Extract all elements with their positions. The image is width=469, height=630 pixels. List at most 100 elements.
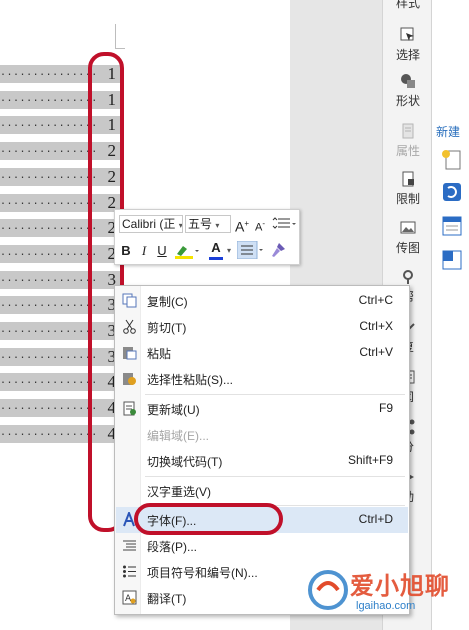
toc-leader-dots: ........................................ (0, 299, 100, 309)
menu-item-label: 剪切(T) (147, 321, 187, 335)
font-name-value: Calibri (正 (122, 217, 176, 231)
menu-item-label: 段落(P)... (147, 540, 197, 554)
chevron-down-icon[interactable]: ▾ (227, 246, 231, 255)
mini-toolbar: Calibri (正 ▾ 五号 ▾ A+ A- B I U A ▾ (114, 209, 300, 265)
toc-leader-dots: ........................................ (0, 197, 100, 207)
menu-item-toggle-field-codes[interactable]: 切换域代码(T) Shift+F9 (116, 448, 408, 474)
word-document-icon[interactable] (440, 248, 464, 272)
font-color-label: A (211, 240, 221, 255)
new-template-icon[interactable] (440, 180, 464, 204)
menu-item-paste[interactable]: 粘贴 Ctrl+V (116, 340, 408, 366)
toc-leader-dots: ........................................ (0, 94, 100, 104)
menu-separator (145, 394, 405, 395)
menu-item-label: 汉字重选(V) (147, 485, 211, 499)
menu-item-paragraph[interactable]: 段落(P)... (116, 533, 408, 559)
cut-icon (123, 319, 136, 334)
bold-button[interactable]: B (119, 242, 133, 260)
paragraph-icon (123, 540, 136, 551)
toc-leader-dots: ........................................ (0, 119, 100, 129)
help-icon (403, 270, 413, 284)
taskpane-properties[interactable]: 属性 (383, 122, 433, 160)
taskpane-label: 形状 (395, 94, 420, 108)
taskpane-label: 属性 (395, 144, 420, 158)
menu-item-paste-special[interactable]: 选择性粘贴(S)... (116, 366, 408, 392)
font-size-value: 五号 (188, 217, 213, 231)
menu-separator (145, 476, 405, 477)
font-size-select[interactable]: 五号 ▾ (185, 215, 231, 233)
menu-item-label: 更新域(U) (147, 403, 200, 417)
watermark: 爱小旭聊 lgaihao.com (300, 560, 469, 630)
new-document-icon[interactable] (440, 214, 464, 238)
shape-icon (401, 74, 415, 88)
taskpane-upload-image[interactable]: 传图 (383, 219, 433, 257)
grow-font-label: A (234, 218, 245, 235)
watermark-url: lgaihao.com (356, 600, 416, 612)
taskpane-label: 样式 (395, 0, 420, 10)
properties-icon (402, 123, 414, 139)
menu-item-shortcut: Ctrl+C (358, 293, 393, 307)
menu-item-label: 翻译(T) (147, 592, 187, 606)
select-icon (400, 27, 414, 41)
grow-font-button[interactable]: A+ (234, 215, 250, 235)
menu-item-shortcut: Ctrl+V (359, 345, 393, 359)
update-field-icon (123, 401, 136, 416)
toc-leader-dots: ........................................ (0, 402, 100, 412)
line-spacing-icon[interactable] (272, 217, 296, 231)
new-panel: 新建 (432, 0, 469, 630)
taskpane-label: 限制 (395, 192, 420, 206)
highlight-color-icon[interactable] (173, 243, 201, 259)
italic-button[interactable]: I (137, 242, 151, 260)
menu-item-label: 切换域代码(T) (147, 455, 223, 469)
toc-leader-dots: ........................................ (0, 171, 100, 181)
menu-item-update-field[interactable]: 更新域(U) F9 (116, 396, 408, 422)
taskpane-select[interactable]: 选择 (383, 26, 433, 64)
chevron-down-icon: ▾ (178, 221, 183, 230)
toc-leader-dots: ........................................ (0, 376, 100, 386)
toc-leader-dots: ........................................ (0, 68, 100, 78)
underline-label: U (157, 243, 167, 258)
bold-label: B (121, 243, 131, 258)
format-painter-icon[interactable] (269, 242, 287, 258)
menu-item-copy[interactable]: 复制(C) Ctrl+C (116, 288, 408, 314)
paste-icon (123, 347, 137, 360)
menu-item-label: 粘贴 (147, 347, 172, 361)
chevron-down-icon: ▾ (215, 221, 220, 230)
menu-item-cut[interactable]: 剪切(T) Ctrl+X (116, 314, 408, 340)
toc-leader-dots: ........................................ (0, 145, 100, 155)
menu-item-reconvert[interactable]: 汉字重选(V) (116, 478, 408, 504)
translate-icon: A (122, 590, 137, 605)
shrink-font-button[interactable]: A- (252, 215, 268, 234)
svg-text:A: A (125, 594, 132, 604)
upload-image-icon (400, 221, 416, 234)
taskpane-style[interactable]: 样式 (383, 0, 433, 12)
new-blank-document-icon[interactable] (440, 148, 464, 172)
margin-corner-mark (115, 24, 116, 48)
taskpane-label: 选择 (395, 48, 420, 62)
toc-leader-dots: ........................................ (0, 222, 100, 232)
annotation-circle-font-item (134, 503, 283, 535)
align-icon[interactable] (237, 241, 265, 259)
menu-item-label: 复制(C) (147, 295, 188, 309)
toc-leader-dots: ........................................ (0, 325, 100, 335)
taskpane-shape[interactable]: 形状 (383, 72, 433, 110)
taskpane-restrict[interactable]: 限制 (383, 170, 433, 208)
toc-leader-dots: ........................................ (0, 428, 100, 438)
menu-item-edit-field[interactable]: 编辑域(E)... (116, 422, 408, 448)
menu-item-label: 选择性粘贴(S)... (147, 373, 233, 387)
bullets-icon (123, 565, 136, 578)
font-color-button[interactable]: A (209, 240, 223, 260)
font-name-select[interactable]: Calibri (正 ▾ (119, 215, 183, 233)
menu-item-shortcut: F9 (378, 401, 393, 415)
underline-button[interactable]: U (155, 242, 169, 260)
paste-special-icon (123, 373, 136, 385)
restrict-icon (402, 171, 414, 187)
new-label: 新建 (436, 125, 461, 139)
toc-leader-dots: ........................................ (0, 274, 100, 284)
menu-item-shortcut: Ctrl+X (359, 319, 393, 333)
taskpane-label: 传图 (395, 241, 420, 255)
menu-item-label: 项目符号和编号(N)... (147, 566, 258, 580)
menu-item-label: 编辑域(E)... (147, 429, 209, 443)
menu-item-shortcut: Ctrl+D (358, 512, 393, 526)
watermark-logo-icon (308, 570, 348, 610)
toc-leader-dots: ........................................ (0, 248, 100, 258)
